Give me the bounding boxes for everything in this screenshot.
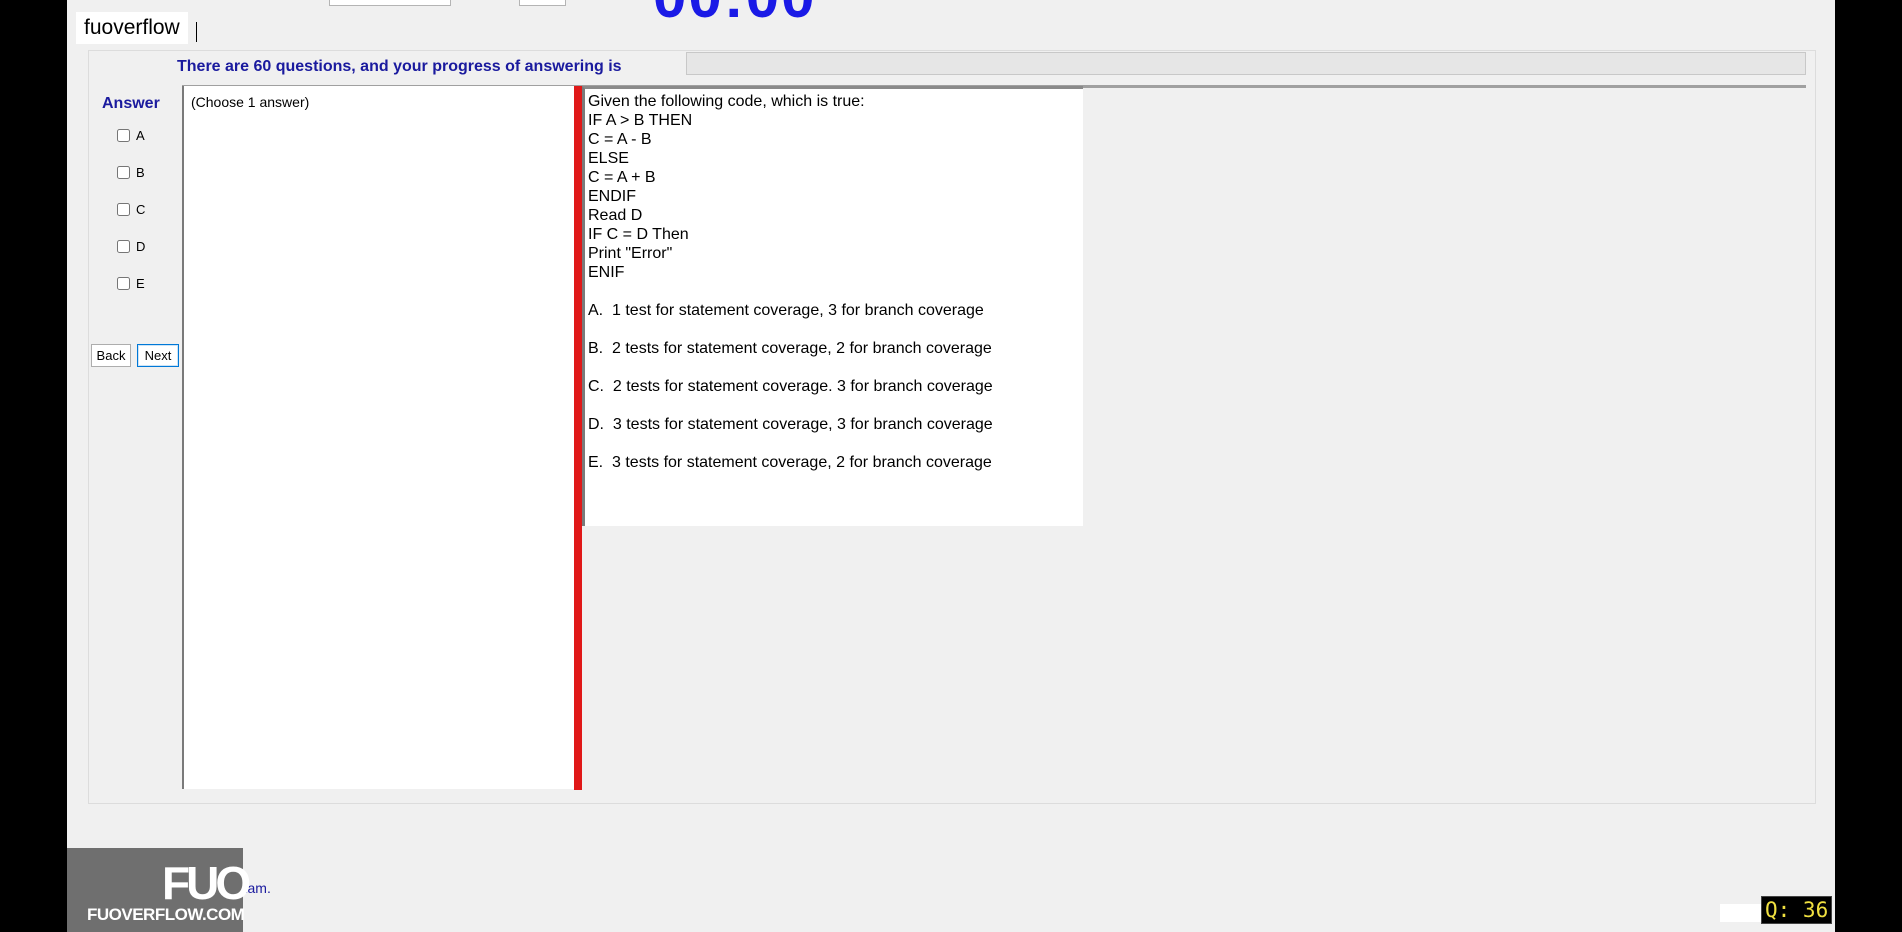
answer-heading: Answer: [102, 95, 160, 112]
question-counter: Q: 36: [1761, 896, 1833, 924]
next-button[interactable]: Next: [137, 344, 179, 367]
choice-d: D. 3 tests for statement coverage, 3 for…: [588, 416, 993, 433]
choice-e: E. 3 tests for statement coverage, 2 for…: [588, 454, 992, 471]
logo-site: FUOVERFLOW.COM: [87, 905, 245, 924]
choice-c: C. 2 tests for statement coverage. 3 for…: [588, 378, 993, 395]
answer-hint-panel: (Choose 1 answer): [182, 86, 576, 789]
answer-option-label: B: [136, 165, 145, 180]
progress-label: There are 60 questions, and your progres…: [177, 58, 622, 75]
answer-option-label: C: [136, 202, 146, 217]
question-panel: Given the following code, which is true:…: [582, 86, 1083, 526]
answer-checkbox-c[interactable]: [117, 203, 130, 216]
answer-checkbox-b[interactable]: [117, 166, 130, 179]
choice-b: B. 2 tests for statement coverage, 2 for…: [588, 340, 992, 357]
code-line: C = A + B: [588, 169, 656, 186]
progress-bar: [686, 52, 1806, 75]
answer-checkbox-e[interactable]: [117, 277, 130, 290]
answer-option-b[interactable]: B: [117, 165, 145, 180]
answer-option-label: A: [136, 128, 145, 143]
answer-option-label: D: [136, 239, 146, 254]
code-line: IF C = D Then: [588, 226, 689, 243]
answer-checkbox-d[interactable]: [117, 240, 130, 253]
back-button[interactable]: Back: [91, 344, 131, 367]
code-line: C = A - B: [588, 131, 652, 148]
answer-option-c[interactable]: C: [117, 202, 145, 217]
code-line: ENIF: [588, 264, 625, 281]
code-line: ELSE: [588, 150, 629, 167]
choose-hint: (Choose 1 answer): [191, 94, 310, 110]
answer-option-d[interactable]: D: [117, 239, 145, 254]
answer-checkbox-a[interactable]: [117, 129, 130, 142]
top-dropdown[interactable]: [329, 0, 451, 6]
answer-option-label: E: [136, 276, 145, 291]
exam-timer: 00:00: [653, 0, 816, 31]
logo-mark: FUO: [162, 857, 251, 909]
answer-option-a[interactable]: A: [117, 128, 145, 143]
text-caret: [196, 22, 197, 42]
exam-window: 00:00 fuoverflow There are 60 questions,…: [67, 0, 1835, 932]
choice-a: A. 1 test for statement coverage, 3 for …: [588, 302, 984, 319]
code-line: Read D: [588, 207, 643, 224]
code-line: ENDIF: [588, 188, 636, 205]
code-line: Print "Error": [588, 245, 673, 262]
code-line: IF A > B THEN: [588, 112, 693, 129]
panel-splitter[interactable]: [574, 86, 582, 790]
top-small-control[interactable]: [519, 0, 566, 6]
answer-option-e[interactable]: E: [117, 276, 145, 291]
question-intro: Given the following code, which is true:: [588, 93, 865, 110]
watermark-label: fuoverflow: [76, 12, 188, 44]
